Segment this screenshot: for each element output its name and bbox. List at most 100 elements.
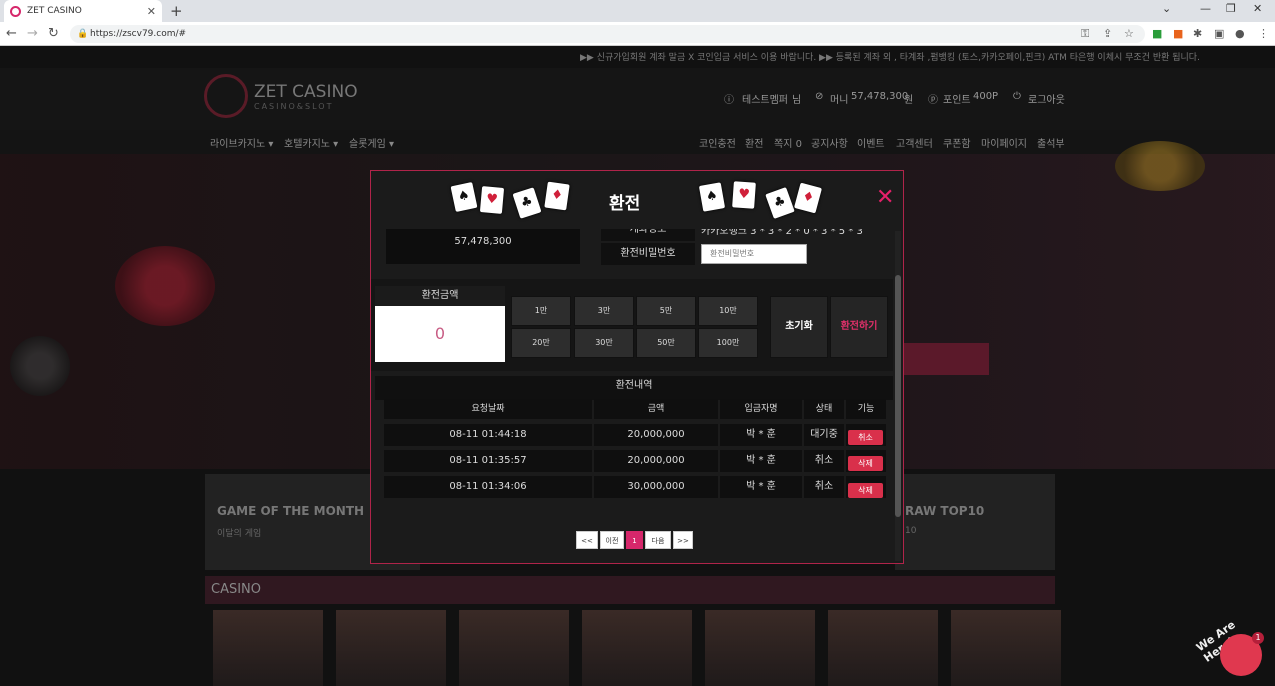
row-depositor: 박 * 훈 <box>720 450 802 472</box>
logout-link[interactable]: 로그아웃 <box>1028 91 1065 106</box>
amount-input[interactable]: 0 <box>375 306 505 362</box>
reset-button[interactable]: 초기화 <box>770 296 828 358</box>
puzzle-icon[interactable]: ✱ <box>1193 27 1202 40</box>
card-diamond-icon: ♦ <box>544 181 570 211</box>
nav-live-casino[interactable]: 라이브카지노 ▾ <box>210 135 273 150</box>
username-suffix: 님 <box>792 95 802 106</box>
col-header-amount: 금액 <box>594 399 718 419</box>
logo-text[interactable]: ZET CASINO <box>254 82 358 102</box>
delete-request-button[interactable]: 삭제 <box>848 456 883 471</box>
modal-title: 환전 <box>609 194 641 214</box>
game-thumbnail[interactable] <box>582 610 692 686</box>
row-status: 취소 <box>804 450 844 472</box>
game-thumbnail[interactable] <box>828 610 938 686</box>
nav-mypage[interactable]: 마이페이지 <box>981 135 1027 150</box>
game-thumbnail[interactable] <box>336 610 446 686</box>
exchange-password-input[interactable]: 환전비밀번호 <box>701 244 807 264</box>
chip-button-30man[interactable]: 30만 <box>574 328 634 358</box>
modal-scrollbar-thumb[interactable] <box>895 275 901 517</box>
site-header <box>0 68 1275 130</box>
browser-toolbar: ← → ↻ 🔒 https://zscv79.com/# ⚿ ⇪ ☆ ■ ■ ✱… <box>0 22 1275 46</box>
power-icon: ⏻ <box>1013 91 1021 102</box>
nav-slot-game[interactable]: 슬롯게임 ▾ <box>349 135 394 150</box>
chevron-down-icon[interactable]: ⌄ <box>1162 2 1171 15</box>
point-value: 400 <box>973 91 993 102</box>
game-thumbnail[interactable] <box>951 610 1061 686</box>
back-icon[interactable]: ← <box>6 26 17 41</box>
reload-icon[interactable]: ↻ <box>48 26 59 41</box>
chip-button-5man[interactable]: 5만 <box>636 296 696 326</box>
menu-kebab-icon[interactable]: ⋮ <box>1258 27 1269 40</box>
page-1-button[interactable]: 1 <box>626 531 643 549</box>
game-thumbnail[interactable] <box>459 610 569 686</box>
row-depositor: 박 * 훈 <box>720 424 802 446</box>
card-heart-icon: ♥ <box>479 186 505 214</box>
nav-notice[interactable]: 공지사항 <box>811 135 848 150</box>
game-thumbnail[interactable] <box>705 610 815 686</box>
chip-button-10man[interactable]: 10만 <box>698 296 758 326</box>
logo-mark-icon[interactable] <box>204 74 248 118</box>
page-prev-button[interactable]: 이전 <box>600 531 624 549</box>
cancel-request-button[interactable]: 취소 <box>848 430 883 445</box>
money-value: 57,478,300 <box>851 91 909 102</box>
key-icon[interactable]: ⚿ <box>1081 27 1089 41</box>
card-club-icon: ♣ <box>512 187 542 219</box>
row-amount: 30,000,000 <box>594 476 718 498</box>
address-bar[interactable]: 🔒 https://zscv79.com/# <box>70 25 1145 43</box>
game-thumbnail[interactable] <box>213 610 323 686</box>
page-last-button[interactable]: >> <box>673 531 693 549</box>
restore-icon[interactable]: ❐ <box>1226 2 1236 15</box>
exchange-modal: 57,478,300 계좌정보 카카오뱅크 3 * 3 * 2 * 0 * 3 … <box>370 170 904 564</box>
window-close-icon[interactable]: ✕ <box>1253 2 1262 15</box>
page-next-button[interactable]: 다음 <box>645 531 671 549</box>
nav-event[interactable]: 이벤트 <box>857 135 885 150</box>
extension-orange-icon[interactable]: ■ <box>1173 27 1183 40</box>
sidepanel-icon[interactable]: ▣ <box>1214 27 1224 40</box>
chip-button-50man[interactable]: 50만 <box>636 328 696 358</box>
nav-attendance[interactable]: 출석부 <box>1037 135 1065 150</box>
promo-title: RAW TOP10 <box>905 504 985 518</box>
promo-subtitle: 이달의 게임 <box>217 529 262 539</box>
nav-messages[interactable]: 쪽지 0 <box>774 135 802 150</box>
notice-ticker: ▶▶ 신규가입회원 계좌 말금 X 코인입금 서비스 이용 바랍니다. ▶▶ 등… <box>580 53 1200 63</box>
nav-coin-charge[interactable]: 코인충전 <box>699 135 736 150</box>
col-header-action: 기능 <box>846 399 886 419</box>
card-diamond-icon: ♦ <box>794 182 822 214</box>
hero-cta-button[interactable] <box>904 343 989 375</box>
page-first-button[interactable]: << <box>576 531 598 549</box>
modal-header: ♠ ♥ ♣ ♦ 환전 ♠ ♥ ♣ ♦ ✕ <box>371 171 903 229</box>
share-icon[interactable]: ⇪ <box>1103 27 1112 40</box>
chip-button-1man[interactable]: 1만 <box>511 296 571 326</box>
chip-button-3man[interactable]: 3만 <box>574 296 634 326</box>
promo-draw-top10[interactable]: RAW TOP10 10 <box>895 474 1055 570</box>
chat-bubble-button[interactable]: 1 <box>1220 632 1264 676</box>
modal-close-icon[interactable]: ✕ <box>876 185 894 210</box>
nav-hotel-casino[interactable]: 호텔카지노 ▾ <box>284 135 338 150</box>
browser-tabbar: ZET CASINO ✕ + ⌄ — ❐ ✕ <box>0 0 1275 22</box>
profile-icon[interactable]: ● <box>1235 27 1245 40</box>
money-icon: ⊘ <box>815 91 824 102</box>
minimize-icon[interactable]: — <box>1200 2 1211 15</box>
delete-request-button[interactable]: 삭제 <box>848 483 883 498</box>
submit-exchange-button[interactable]: 환전하기 <box>830 296 888 358</box>
logo-subtext: CASINO&SLOT <box>254 102 334 111</box>
nav-support[interactable]: 고객센터 <box>896 135 933 150</box>
chip-button-100man[interactable]: 100만 <box>698 328 758 358</box>
promo-title: GAME OF THE MONTH <box>217 504 365 518</box>
url-text: https://zscv79.com/# <box>90 29 187 39</box>
chip-button-20man[interactable]: 20만 <box>511 328 571 358</box>
bookmark-star-icon[interactable]: ☆ <box>1124 27 1134 40</box>
new-tab-icon[interactable]: + <box>170 2 183 20</box>
forward-icon[interactable]: → <box>27 26 38 41</box>
money-unit: 원 <box>904 95 914 106</box>
lock-icon: 🔒 <box>77 29 89 39</box>
balance-box: 57,478,300 <box>386 226 580 264</box>
row-depositor: 박 * 훈 <box>720 476 802 498</box>
gold-coin-image <box>1115 141 1205 191</box>
site-favicon-icon <box>10 5 21 17</box>
nav-exchange[interactable]: 환전 <box>745 135 763 150</box>
extension-green-icon[interactable]: ■ <box>1152 27 1162 40</box>
nav-coupons[interactable]: 쿠폰함 <box>943 135 971 150</box>
browser-tab[interactable]: ZET CASINO ✕ <box>4 0 162 22</box>
tab-close-icon[interactable]: ✕ <box>147 5 156 18</box>
